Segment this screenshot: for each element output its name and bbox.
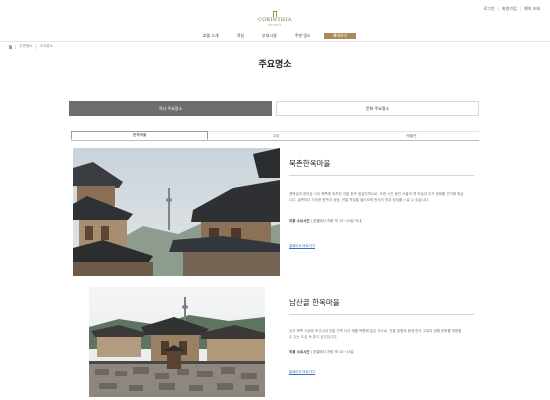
travel-time-label: 이용 소요시간 xyxy=(289,350,310,355)
breadcrumb: | 주변명소 | 주요명소 xyxy=(8,44,53,49)
nav-item-attractions[interactable]: 주변 명소 xyxy=(286,33,320,39)
breadcrumb-item[interactable]: 주변명소 xyxy=(19,44,32,49)
home-icon[interactable] xyxy=(8,44,12,49)
tab-museum[interactable]: 박물관 xyxy=(343,131,479,140)
travel-time-value: 호텔에서 차량 약 10~15분 xyxy=(312,350,354,355)
card-travel-time: 이용 소요시간 | 호텔에서 차량 약 10~15분 xyxy=(289,350,479,355)
hotel-logo[interactable]: CORINTHIA HOTELS xyxy=(258,11,292,27)
namsangol-photo xyxy=(89,287,265,397)
travel-time-label: 이용 소요시간 xyxy=(289,219,310,224)
header-divider xyxy=(0,41,550,42)
attraction-card: 북촌한옥마을 경복궁과 창덕궁 사이 북쪽에 위치한 전통 한옥 밀집지역으로,… xyxy=(73,148,478,278)
tab-hanok-village[interactable]: 한옥마을 xyxy=(71,131,209,140)
logo-mark-icon xyxy=(273,11,277,17)
login-link[interactable]: 로그인 xyxy=(484,6,495,12)
title-divider xyxy=(289,175,474,176)
breadcrumb-sep: | xyxy=(15,44,17,49)
logo-sub: HOTELS xyxy=(268,24,282,27)
card-title: 남산골 한옥마을 xyxy=(289,298,340,307)
travel-time-value: 호텔에서 차량 약 15~20분 이내 xyxy=(312,219,362,224)
breadcrumb-sep: | xyxy=(35,44,37,49)
card-travel-time: 이용 소요시간 | 호텔에서 차량 약 15~20분 이내 xyxy=(289,219,479,224)
nav-item-reserve[interactable]: 예약하기 xyxy=(323,33,357,39)
signup-link[interactable]: 회원가입 xyxy=(502,6,517,12)
card-description: 경복궁과 창덕궁 사이 북쪽에 위치한 전통 한옥 밀집지역으로, 오랜 시간 … xyxy=(289,192,464,202)
homepage-link[interactable]: 홈페이지 바로가기 xyxy=(289,369,479,374)
title-divider xyxy=(289,314,474,315)
reservation-check-link[interactable]: 예약 조회 xyxy=(524,6,540,12)
attraction-card: 남산골 한옥마을 남산 북쪽 기슭에 조선시대 전통 가옥 다섯 채를 복원해 … xyxy=(73,287,478,397)
breadcrumb-item: 주요명소 xyxy=(39,44,53,48)
nav-item-about[interactable]: 호텔 소개 xyxy=(194,33,228,39)
bukchon-photo xyxy=(73,148,280,276)
logo-name: CORINTHIA xyxy=(258,18,292,23)
sub-tabs: 한옥마을 고궁 박물관 xyxy=(71,131,479,141)
nav-item-rooms[interactable]: 객실 xyxy=(228,33,253,39)
category-tabs: 역사 주요명소 문화 주요명소 xyxy=(69,101,479,116)
main-navigation: 호텔 소개 객실 부대시설 주변 명소 예약하기 xyxy=(0,33,550,39)
tab-history-attractions[interactable]: 역사 주요명소 xyxy=(69,101,272,116)
tab-palace[interactable]: 고궁 xyxy=(208,131,344,140)
card-title: 북촌한옥마을 xyxy=(289,159,331,168)
tab-culture-attractions[interactable]: 문화 주요명소 xyxy=(276,101,479,116)
card-description: 남산 북쪽 기슭에 조선시대 전통 가옥 다섯 채를 복원해 놓은 곳으로, 전… xyxy=(289,329,462,339)
util-separator: | xyxy=(497,6,499,11)
nav-item-facilities[interactable]: 부대시설 xyxy=(253,33,286,39)
utility-links: 로그인 | 회원가입 | 예약 조회 xyxy=(484,6,541,12)
util-separator: | xyxy=(519,6,521,11)
page-title: 주요명소 xyxy=(258,60,292,70)
homepage-link[interactable]: 홈페이지 바로가기 xyxy=(289,243,479,248)
